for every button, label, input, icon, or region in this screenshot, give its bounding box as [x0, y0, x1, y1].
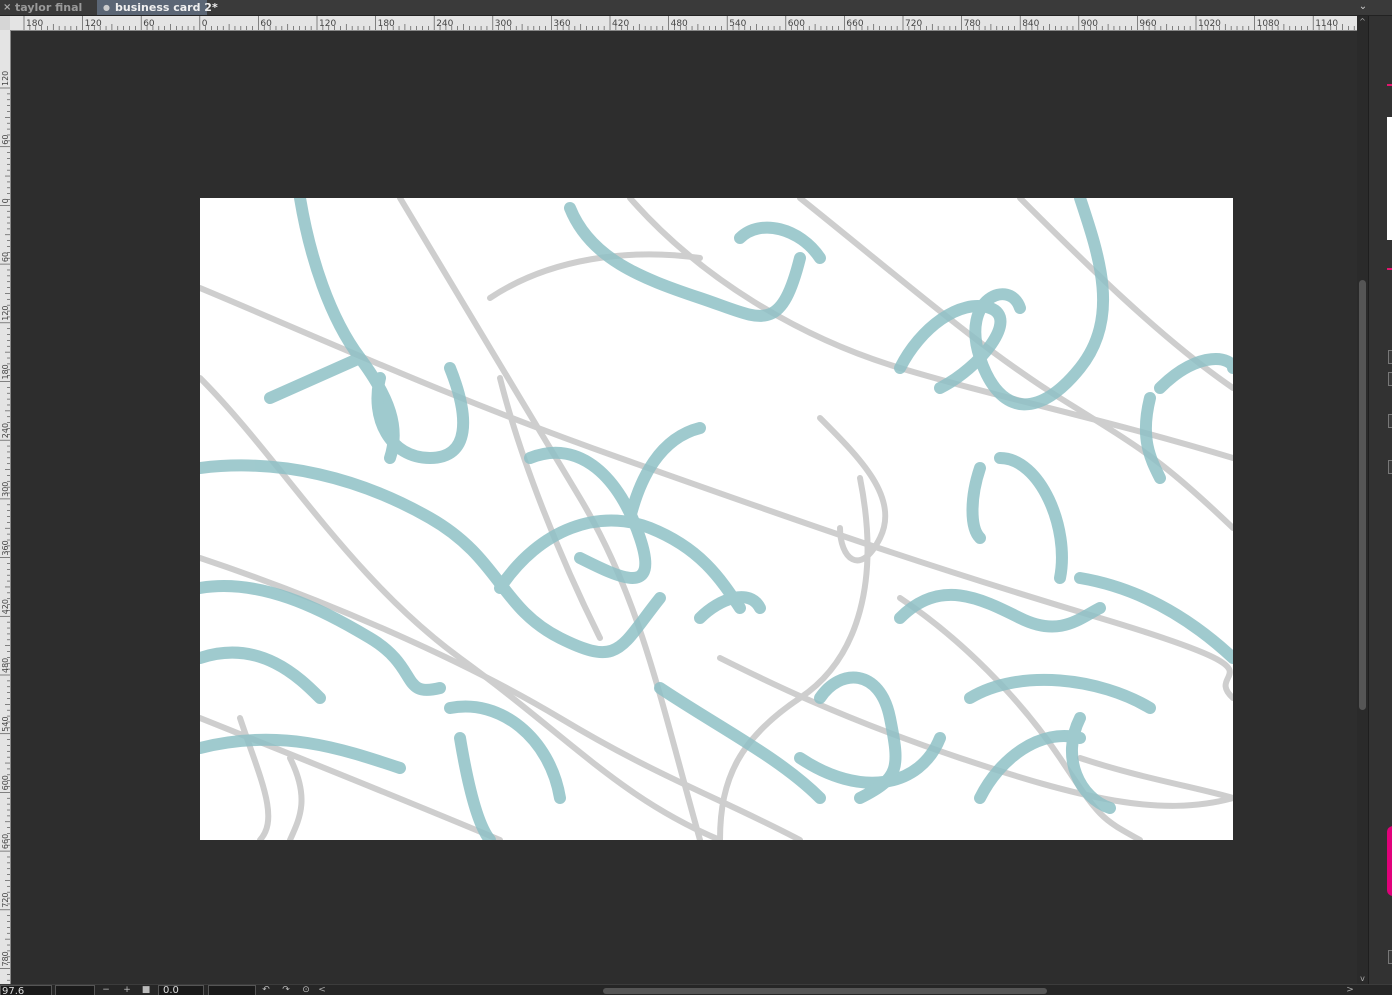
ruler-label: 0 [1, 198, 10, 203]
ruler-label: 900 [1081, 19, 1098, 29]
artwork [200, 198, 1233, 840]
ruler-label: 480 [671, 19, 688, 29]
tab-label: taylor final [15, 1, 83, 14]
tab-list-chevron-icon[interactable]: ⌄ [1356, 0, 1370, 15]
tab-taylor-final[interactable]: × taylor final [0, 0, 96, 15]
ruler-label: 420 [612, 19, 629, 29]
ruler-label: 180 [378, 19, 395, 29]
ruler-label: 540 [1, 716, 10, 731]
vertical-ruler-ticks: 1206006012018024030036042048054060066072… [0, 71, 10, 981]
docker-button[interactable] [1388, 350, 1392, 364]
ruler-corner [0, 16, 10, 30]
rotation-slider[interactable] [208, 985, 256, 995]
color-selector-wheel[interactable] [1387, 826, 1392, 896]
ruler-label: 420 [1, 599, 10, 614]
ruler-label: 0 [202, 19, 208, 29]
horizontal-ruler[interactable]: 180 120 60 0 60 120 180 240 300 360 420 480 540 600 66… [10, 16, 1357, 31]
ruler-label: 180 [26, 19, 43, 29]
scroll-down-icon[interactable]: v [1357, 973, 1368, 984]
ruler-label: 60 [1, 252, 10, 262]
zoom-input[interactable]: 97.6 [0, 985, 52, 995]
ruler-label: 180 [1, 364, 10, 379]
ruler-label: 780 [964, 19, 981, 29]
accent-marker [1387, 268, 1392, 270]
document-tab-bar: × taylor final ● business card 2* ⌄ [0, 0, 1392, 16]
status-bar: 97.6 − + ■ 0.0 ↶ ↷ ⊙ < > [0, 984, 1392, 995]
tab-business-card-2[interactable]: ● business card 2* [97, 0, 218, 15]
rotate-ccw-icon[interactable]: ↶ [260, 985, 272, 995]
ruler-label: 300 [495, 19, 512, 29]
zoom-out-icon[interactable]: − [100, 985, 112, 995]
document-canvas[interactable] [200, 198, 1233, 840]
ruler-label: 240 [1, 423, 10, 438]
rotate-cw-icon[interactable]: ↷ [280, 985, 292, 995]
teal-brush-strokes [200, 198, 1233, 840]
docker-button[interactable] [1388, 950, 1392, 964]
horizontal-scrollbar-thumb[interactable] [603, 988, 1047, 994]
docker-button[interactable] [1388, 372, 1392, 386]
vertical-scrollbar-thumb[interactable] [1359, 280, 1366, 710]
docker-button[interactable] [1388, 460, 1392, 474]
app-window: × taylor final ● business card 2* ⌄ 180 1… [0, 0, 1392, 995]
zoom-slider[interactable] [55, 985, 95, 995]
ruler-label: 660 [1, 834, 10, 849]
right-docker-panel [1368, 16, 1392, 995]
ruler-label: 780 [1, 951, 10, 966]
ruler-label: 480 [1, 658, 10, 673]
fit-to-view-icon[interactable]: ■ [140, 985, 152, 995]
accent-marker [1387, 84, 1392, 86]
ruler-label: 1020 [1198, 19, 1221, 29]
ruler-label: 720 [905, 19, 922, 29]
vertical-ruler[interactable]: 120 60 0 60 120 180 240 300 360 420 480 540 600 660 72… [0, 30, 11, 985]
ruler-label: 1080 [1257, 19, 1280, 29]
ruler-label: 600 [788, 19, 805, 29]
docker-button[interactable] [1388, 414, 1392, 428]
rotation-input[interactable]: 0.0 [158, 985, 204, 995]
vertical-scrollbar[interactable]: ^ v [1357, 16, 1368, 984]
modified-indicator-icon: ● [103, 3, 110, 12]
zoom-in-icon[interactable]: + [121, 985, 133, 995]
scroll-left-icon[interactable]: < [316, 985, 328, 995]
ruler-label: 120 [85, 19, 102, 29]
ruler-label: 600 [1, 775, 10, 790]
ruler-label: 360 [553, 19, 570, 29]
ruler-label: 1140 [1315, 19, 1338, 29]
ruler-label: 300 [1, 482, 10, 497]
scroll-up-icon[interactable]: ^ [1357, 16, 1368, 27]
horizontal-ruler-ticks: 180 120 60 0 60 120 180 240 300 360 420 480 540 600 66… [23, 16, 1355, 30]
ruler-label: 120 [1, 71, 10, 86]
ruler-label: 120 [1, 306, 10, 321]
ruler-label: 60 [1, 135, 10, 145]
scroll-right-icon[interactable]: > [1344, 985, 1356, 995]
tab-label: business card 2* [115, 1, 218, 14]
reset-rotation-icon[interactable]: ⊙ [300, 985, 312, 995]
horizontal-scrollbar[interactable]: < > [316, 985, 1356, 995]
ruler-label: 660 [846, 19, 863, 29]
ruler-label: 60 [143, 19, 155, 29]
ruler-label: 240 [436, 19, 453, 29]
ruler-label: 720 [1, 893, 10, 908]
ruler-label: 960 [1139, 19, 1156, 29]
ruler-label: 840 [1022, 19, 1039, 29]
close-tab-icon[interactable]: × [3, 0, 11, 15]
ruler-label: 60 [260, 19, 272, 29]
ruler-label: 360 [1, 540, 10, 555]
ruler-label: 540 [729, 19, 746, 29]
overview-thumbnail[interactable] [1387, 117, 1392, 240]
ruler-label: 120 [319, 19, 336, 29]
